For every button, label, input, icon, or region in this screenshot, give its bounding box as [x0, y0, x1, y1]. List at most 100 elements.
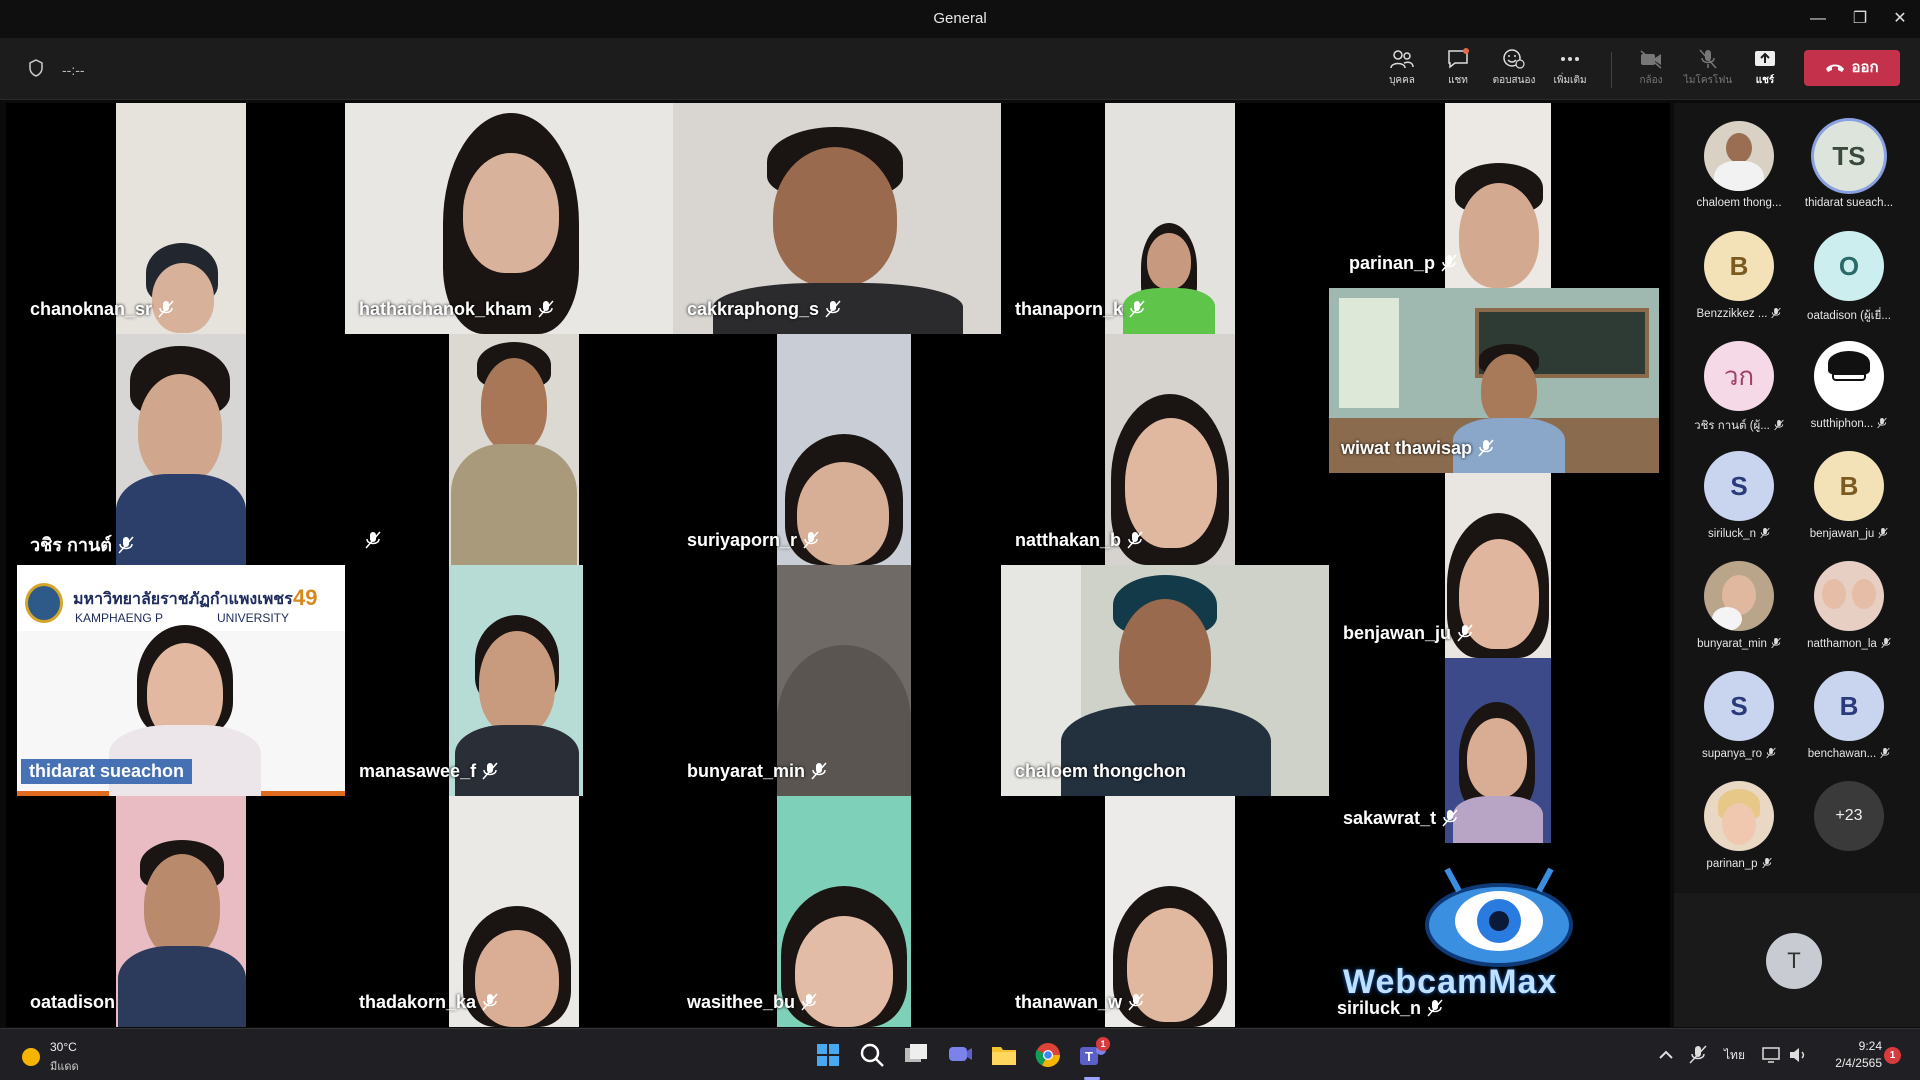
roster-name: natthamon_la: [1794, 637, 1904, 650]
roster-card[interactable]: S supanya_ro: [1684, 665, 1794, 769]
restore-button[interactable]: ❐: [1840, 4, 1880, 34]
chrome-icon[interactable]: [1032, 1039, 1064, 1071]
clock[interactable]: 9:24 2/4/2565: [1818, 1038, 1882, 1072]
mic-muted-icon: [1877, 417, 1888, 429]
avatar: [1814, 341, 1884, 411]
meeting-timer: --:--: [62, 62, 85, 78]
microphone-button[interactable]: ไมโครโฟน: [1676, 46, 1740, 96]
share-screen-icon: [1755, 51, 1775, 66]
roster-name: Benzzikkez ...: [1684, 307, 1794, 320]
more-participants-button[interactable]: +23: [1794, 775, 1904, 879]
video-tile[interactable]: oatadison: [6, 796, 278, 1027]
roster-name: parinan_p: [1684, 857, 1794, 870]
leave-button[interactable]: ออก: [1804, 50, 1900, 86]
avatar: B: [1704, 231, 1774, 301]
video-tile[interactable]: benjawan_ju: [1329, 473, 1659, 658]
more-button[interactable]: เพิ่มเติม: [1538, 46, 1602, 96]
avatar: S: [1704, 671, 1774, 741]
roster-name: chaloem thong...: [1696, 197, 1782, 209]
react-button[interactable]: ตอบสนอง: [1482, 46, 1546, 96]
camera-button[interactable]: กล้อง: [1619, 46, 1683, 96]
temperature: 30°C: [50, 1040, 77, 1054]
search-icon[interactable]: [856, 1039, 888, 1071]
roster-card[interactable]: chaloem thong...: [1684, 115, 1794, 219]
mic-muted-icon: [825, 300, 841, 318]
task-view-icon[interactable]: [900, 1039, 932, 1071]
roster-card[interactable]: วก วชิร กานต์ (ผู้...: [1684, 335, 1794, 439]
more-icon: [1561, 57, 1579, 61]
video-tile[interactable]: wiwat thawisap: [1329, 288, 1659, 473]
meeting-toolbar: --:-- บุคคล แชท ตอบสนอง เพิ่มเติม กล้อง …: [0, 38, 1920, 100]
video-tile[interactable]: hathaichanok_kham: [345, 103, 673, 334]
volume-icon[interactable]: [1786, 1043, 1810, 1067]
video-tile[interactable]: wasithee_bu: [673, 796, 1001, 1027]
microphone-label: ไมโครโฟน: [1683, 75, 1733, 86]
video-tile[interactable]: chaloem thongchon: [1001, 565, 1329, 796]
people-icon: [1390, 50, 1414, 69]
video-tile[interactable]: manasawee_f: [345, 565, 673, 796]
share-button[interactable]: แชร์: [1733, 46, 1797, 96]
roster-card[interactable]: B benjawan_ju: [1794, 445, 1904, 549]
mic-muted-icon: [1774, 419, 1784, 431]
video-tile[interactable]: natthakan_b: [1001, 334, 1329, 565]
file-explorer-icon[interactable]: [988, 1039, 1020, 1071]
participant-name: siriluck_n: [1337, 998, 1443, 1019]
video-tile[interactable]: cakkraphong_s: [673, 103, 1001, 334]
participant-name: oatadison: [30, 992, 116, 1012]
avatar: B: [1814, 671, 1884, 741]
anniversary-years: 49: [293, 585, 318, 610]
start-icon[interactable]: [812, 1039, 844, 1071]
participant-name: benjawan_ju: [1343, 623, 1473, 644]
video-tile[interactable]: มหาวิทยาลัยราชภัฏกำแพงเพชร KAMPHAENG P U…: [17, 565, 345, 796]
roster-card[interactable]: B Benzzikkez ...: [1684, 225, 1794, 329]
teams-app-button[interactable]: T 1: [1076, 1037, 1110, 1080]
avatar: [1704, 561, 1774, 631]
mic-muted-icon: [1771, 307, 1782, 319]
roster-card[interactable]: bunyarat_min: [1684, 555, 1794, 659]
video-tile[interactable]: WebcamMax siriluck_n: [1329, 843, 1659, 1027]
network-icon[interactable]: [1760, 1043, 1784, 1067]
video-tile[interactable]: วชิร กานต์: [6, 334, 278, 565]
mic-muted-icon: [118, 536, 134, 554]
microphone-muted-tray-icon[interactable]: [1686, 1043, 1710, 1067]
mic-muted-icon: [1129, 300, 1145, 318]
chevron-up-icon[interactable]: [1654, 1043, 1678, 1067]
minimize-button[interactable]: —: [1798, 4, 1838, 34]
video-tile[interactable]: suriyaporn_r: [673, 334, 1001, 565]
roster-card[interactable]: B benchawan...: [1794, 665, 1904, 769]
mic-muted-icon: [365, 531, 381, 549]
participant-name: natthakan_b: [1015, 530, 1143, 551]
title-bar: General — ❐ ✕: [0, 0, 1920, 38]
avatar: B: [1814, 451, 1884, 521]
teams-chat-icon[interactable]: [944, 1039, 976, 1071]
video-tile[interactable]: thanaporn_k: [1001, 103, 1329, 334]
chat-button[interactable]: แชท: [1426, 46, 1490, 96]
notification-badge[interactable]: 1: [1884, 1047, 1901, 1064]
sun-icon: [22, 1048, 40, 1066]
video-tile[interactable]: [345, 334, 673, 565]
people-button[interactable]: บุคคล: [1370, 46, 1434, 96]
mic-muted-icon: [158, 300, 174, 318]
mic-muted-icon: [1441, 254, 1457, 272]
close-window-button[interactable]: ✕: [1880, 4, 1920, 34]
video-tile[interactable]: bunyarat_min: [673, 565, 1001, 796]
roster-card[interactable]: parinan_p: [1684, 775, 1794, 879]
input-language[interactable]: ไทย: [1724, 1046, 1745, 1065]
video-tile[interactable]: thanawan_w: [1001, 796, 1329, 1027]
video-tile[interactable]: parinan_p: [1329, 103, 1659, 288]
hang-up-icon: [1826, 64, 1845, 73]
video-tile[interactable]: chanoknan_sr: [6, 103, 278, 334]
roster-card[interactable]: S siriluck_n: [1684, 445, 1794, 549]
roster-card[interactable]: TS thidarat sueach...: [1794, 115, 1904, 219]
video-tile[interactable]: sakawrat_t: [1329, 658, 1659, 843]
participant-name: thanawan_w: [1015, 992, 1144, 1013]
mic-muted-icon: [1128, 993, 1144, 1011]
roster-card[interactable]: natthamon_la: [1794, 555, 1904, 659]
participant-name: hathaichanok_kham: [359, 299, 554, 320]
clock-time: 9:24: [1858, 1039, 1882, 1053]
roster-name: benjawan_ju: [1794, 527, 1904, 540]
avatar: [1814, 561, 1884, 631]
roster-card[interactable]: O oatadison (ผู้เยี่...: [1794, 225, 1904, 329]
video-tile[interactable]: thadakorn_ka: [345, 796, 673, 1027]
roster-card[interactable]: sutthiphon...: [1794, 335, 1904, 439]
